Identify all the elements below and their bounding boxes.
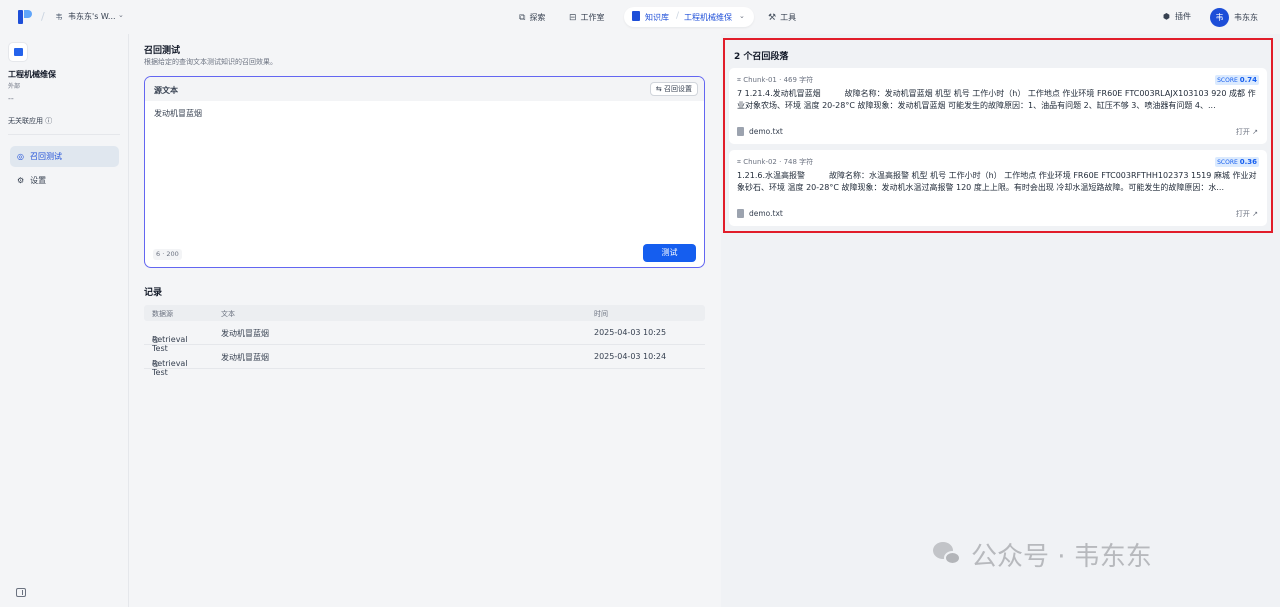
chunk-meta: ⌗ Chunk-01 · 469 字符 <box>737 75 813 85</box>
explore-icon: ⧉ <box>519 12 526 23</box>
chunk-chars: 469 字符 <box>783 76 814 84</box>
nav-explore[interactable]: ⧉ 探索 <box>519 10 545 25</box>
nav-studio[interactable]: ⊟ 工作室 <box>569 10 605 25</box>
results-panel: 2 个召回段落 ⌗ Chunk-01 · 469 字符 SCORE 0.74 7… <box>721 34 1280 607</box>
table-row[interactable]: ◎ Retrieval Test 发动机冒蓝烟 2025-04-03 10:24 <box>144 345 705 377</box>
char-counter: 6 · 200 <box>153 249 182 260</box>
workspace-name[interactable]: 韦东东's W... <box>68 11 116 22</box>
retrieval-settings-button[interactable]: ⇆ 召回设置 <box>649 82 698 96</box>
result-card[interactable]: ⌗ Chunk-01 · 469 字符 SCORE 0.74 7 1.21.4.… <box>729 68 1267 144</box>
result-card[interactable]: ⌗ Chunk-02 · 748 字符 SCORE 0.36 1.21.6.水温… <box>729 150 1267 226</box>
record-time: 2025-04-03 10:24 <box>594 352 667 361</box>
page-title: 召回测试 <box>144 46 181 56</box>
current-kb-selector[interactable]: 工程机械维保 <box>684 12 732 23</box>
watermark-text: 公众号 · 韦东东 <box>971 542 1152 572</box>
hash-icon: ⌗ <box>737 76 741 84</box>
chunk-id: Chunk-01 <box>743 76 777 84</box>
app-logo[interactable] <box>18 10 32 24</box>
query-textarea[interactable]: 发动机冒蓝烟 <box>154 108 202 119</box>
target-icon: ◎ <box>17 152 24 161</box>
query-label: 源文本 <box>154 86 178 95</box>
sidebar-item-label: 设置 <box>30 176 47 185</box>
record-time: 2025-04-03 10:25 <box>594 328 667 337</box>
gear-icon: ⚙ <box>17 176 25 185</box>
open-link[interactable]: 打开 ↗ <box>1236 209 1258 219</box>
nav-knowledge[interactable]: 知识库 / 工程机械维保 ⌄ <box>624 7 754 27</box>
workspace-avatar[interactable]: 韦 <box>53 11 65 23</box>
collapse-sidebar-icon[interactable] <box>16 588 26 597</box>
nav-tools-label: 工具 <box>780 13 797 22</box>
chunk-meta: ⌗ Chunk-02 · 748 字符 <box>737 157 813 167</box>
no-apps-label: 无关联应用 <box>8 117 43 125</box>
kb-linked-apps[interactable]: 无关联应用 ⓘ <box>8 116 52 126</box>
hash-icon: ⌗ <box>737 158 741 166</box>
score-label: SCORE <box>1217 77 1238 84</box>
sliders-icon: ⇆ <box>655 85 662 93</box>
top-bar: / 韦 韦东东's W... ⌄ ⧉ 探索 ⊟ 工作室 知识库 / 工程机械维保… <box>0 0 1280 34</box>
chevron-down-icon[interactable]: ⌄ <box>118 11 124 19</box>
chunk-id: Chunk-02 <box>743 158 777 166</box>
wechat-icon <box>933 541 963 568</box>
sidebar: 工程机械维保 外部 -- 无关联应用 ⓘ ◎ 召回测试 ⚙ 设置 <box>0 34 129 607</box>
file-name: demo.txt <box>749 209 783 218</box>
sidebar-item-retrieval-test[interactable]: ◎ 召回测试 <box>10 146 119 167</box>
records-title: 记录 <box>144 288 163 298</box>
kb-description: -- <box>8 94 14 103</box>
test-button[interactable]: 测试 <box>643 244 696 262</box>
user-avatar[interactable]: 韦 <box>1210 8 1229 27</box>
nav-separator: / <box>676 11 680 21</box>
source-file[interactable]: demo.txt <box>737 127 783 136</box>
divider <box>8 134 120 135</box>
main-panel: 召回测试 根据给定的查询文本测试知识的召回效果。 源文本 ⇆ 召回设置 发动机冒… <box>130 34 720 607</box>
studio-icon: ⊟ <box>569 12 577 23</box>
book-icon <box>632 11 640 21</box>
kb-subtitle: 外部 <box>8 83 21 90</box>
nav-studio-label: 工作室 <box>580 13 605 22</box>
chevron-down-icon[interactable]: ⌄ <box>739 12 745 20</box>
nav-tools[interactable]: ⚒ 工具 <box>768 10 796 25</box>
info-icon[interactable]: ⓘ <box>45 117 52 125</box>
breadcrumb-separator: / <box>41 10 45 23</box>
records-table-header: 数据源 文本 时间 <box>144 305 705 321</box>
score-value: 0.74 <box>1239 76 1257 84</box>
record-source-label: Retrieval Test <box>152 359 188 377</box>
tools-icon: ⚒ <box>768 12 777 23</box>
retrieval-settings-label: 召回设置 <box>664 85 692 93</box>
chunk-text: 7 1.21.4.发动机冒蓝烟 故障名称：发动机冒蓝烟 机型 机号 工作小时（h… <box>737 89 1256 110</box>
folder-icon <box>8 42 28 62</box>
score-label: SCORE <box>1217 159 1238 166</box>
query-header: 源文本 ⇆ 召回设置 <box>145 77 704 101</box>
sidebar-item-label: 召回测试 <box>29 152 62 161</box>
score-badge: SCORE 0.74 <box>1215 75 1259 85</box>
chunk-text: 1.21.6.水温高报警 故障名称：水温高报警 机型 机号 工作小时（h） 工作… <box>737 171 1257 192</box>
page-description: 根据给定的查询文本测试知识的召回效果。 <box>144 58 277 66</box>
nav-knowledge-label: 知识库 <box>645 13 669 22</box>
score-value: 0.36 <box>1239 158 1257 166</box>
record-text: 发动机冒蓝烟 <box>221 329 269 338</box>
watermark: 公众号 · 韦东东 <box>933 536 1152 573</box>
plugin-label: 插件 <box>1174 12 1191 21</box>
nav-explore-label: 探索 <box>529 13 546 22</box>
score-badge: SCORE 0.36 <box>1215 157 1259 167</box>
kb-title: 工程机械维保 <box>8 70 56 79</box>
file-icon <box>737 209 744 218</box>
col-time: 时间 <box>594 310 608 318</box>
col-text: 文本 <box>221 310 235 318</box>
open-link[interactable]: 打开 ↗ <box>1236 127 1258 137</box>
col-source: 数据源 <box>152 310 173 318</box>
results-title: 2 个召回段落 <box>734 52 789 62</box>
source-file[interactable]: demo.txt <box>737 209 783 218</box>
plugin-button[interactable]: ⬢ 插件 <box>1163 11 1191 22</box>
table-row[interactable]: ◎ Retrieval Test 发动机冒蓝烟 2025-04-03 10:25 <box>144 321 705 353</box>
record-text: 发动机冒蓝烟 <box>221 353 269 362</box>
chunk-chars: 748 字符 <box>783 158 814 166</box>
query-input-box[interactable]: 源文本 ⇆ 召回设置 发动机冒蓝烟 6 · 200 测试 <box>144 76 705 268</box>
cube-icon: ⬢ <box>1163 12 1170 21</box>
sidebar-item-settings[interactable]: ⚙ 设置 <box>10 170 119 191</box>
user-name[interactable]: 韦东东 <box>1234 12 1258 23</box>
file-icon <box>737 127 744 136</box>
file-name: demo.txt <box>749 127 783 136</box>
